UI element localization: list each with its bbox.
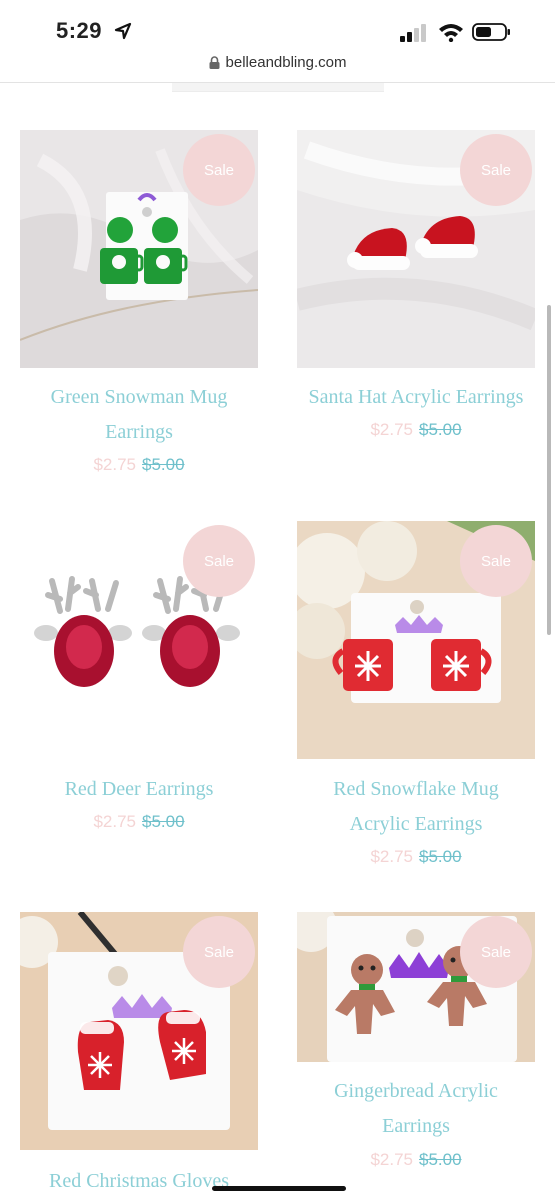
product-card[interactable]: Sale Red Snowflake Mug Acrylic Earrings … [297, 521, 535, 881]
status-bar: 5:29 [0, 0, 555, 52]
product-title-line: Earrings [382, 1115, 450, 1137]
product-title-line: Earrings [105, 421, 173, 443]
product-title[interactable]: Red Deer Earrings [8, 772, 270, 807]
price-row: $2.75 $5.00 [20, 812, 258, 832]
product-title-line: Santa Hat Acrylic Earrings [308, 386, 524, 408]
product-title[interactable]: Gingerbread Acrylic Earrings [285, 1074, 547, 1144]
sale-price: $2.75 [93, 812, 136, 831]
product-title[interactable]: Green Snowman Mug Earrings [8, 380, 270, 450]
home-indicator[interactable] [212, 1186, 346, 1191]
sale-badge: Sale [460, 134, 532, 206]
sale-price: $2.75 [93, 455, 136, 474]
product-card[interactable]: Sale Santa Hat Acrylic Earrings $2.75 $5.… [297, 130, 535, 460]
lock-icon [209, 56, 220, 69]
url-text: belleandbling.com [225, 54, 347, 71]
product-card[interactable]: Sale Red Christmas Gloves [20, 912, 258, 1200]
partial-search-box[interactable] [172, 83, 384, 92]
sale-price: $2.75 [370, 420, 413, 439]
sale-price: $2.75 [370, 847, 413, 866]
original-price: $5.00 [419, 420, 462, 439]
product-title-line: Red Deer Earrings [64, 778, 214, 800]
product-title-line: Red Snowflake Mug [333, 778, 499, 800]
battery-icon [472, 23, 510, 41]
product-card[interactable]: Sale Gingerbread Acrylic Earrings $2.75 $… [297, 912, 535, 1182]
price-row: $2.75 $5.00 [297, 847, 535, 867]
price-row: $2.75 $5.00 [297, 420, 535, 440]
location-arrow-icon [114, 22, 132, 40]
product-title-line: Green Snowman Mug [50, 386, 228, 408]
price-row: $2.75 $5.00 [297, 1150, 535, 1170]
original-price: $5.00 [419, 1150, 462, 1169]
sale-badge: Sale [183, 525, 255, 597]
product-image[interactable]: Sale [297, 130, 535, 368]
original-price: $5.00 [142, 455, 185, 474]
product-image[interactable]: Sale [20, 521, 258, 759]
original-price: $5.00 [419, 847, 462, 866]
product-card[interactable]: Sale Red Deer Earrings $2.75 $5.00 [20, 521, 258, 841]
scroll-indicator[interactable] [547, 305, 551, 635]
original-price: $5.00 [142, 812, 185, 831]
product-title[interactable]: Santa Hat Acrylic Earrings [285, 380, 547, 415]
sale-badge: Sale [460, 525, 532, 597]
product-image[interactable]: Sale [297, 912, 535, 1062]
product-title[interactable]: Red Snowflake Mug Acrylic Earrings [285, 772, 547, 842]
sale-price: $2.75 [370, 1150, 413, 1169]
product-title-line: Gingerbread Acrylic [334, 1080, 498, 1102]
product-image[interactable]: Sale [297, 521, 535, 759]
product-title-line: Red Christmas Gloves [49, 1170, 229, 1192]
status-time: 5:29 [56, 18, 103, 43]
wifi-icon [439, 24, 463, 42]
price-row: $2.75 $5.00 [20, 455, 258, 475]
sale-badge: Sale [183, 134, 255, 206]
address-bar[interactable]: belleandbling.com [0, 52, 555, 82]
product-image[interactable]: Sale [20, 130, 258, 368]
product-title-line: Acrylic Earrings [349, 813, 483, 835]
cellular-signal-icon [400, 24, 426, 42]
sale-badge: Sale [460, 916, 532, 988]
product-title[interactable]: Red Christmas Gloves [8, 1164, 270, 1199]
product-card[interactable]: Sale Green Snowman Mug Earrings $2.75 $5.… [20, 130, 258, 490]
product-image[interactable]: Sale [20, 912, 258, 1150]
sale-badge: Sale [183, 916, 255, 988]
